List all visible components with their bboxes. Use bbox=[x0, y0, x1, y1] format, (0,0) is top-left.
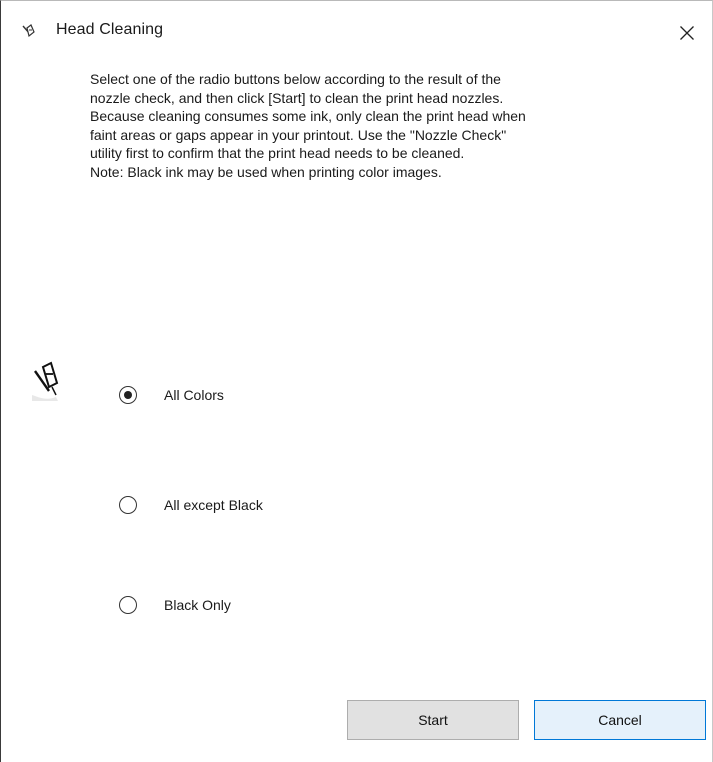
radio-all-except-black[interactable]: All except Black bbox=[119, 493, 263, 517]
dialog-title: Head Cleaning bbox=[56, 21, 164, 38]
radio-button[interactable] bbox=[119, 596, 137, 614]
radio-button[interactable] bbox=[119, 496, 137, 514]
start-button[interactable]: Start bbox=[347, 700, 519, 740]
radio-label: All except Black bbox=[164, 497, 263, 513]
radio-label: All Colors bbox=[164, 387, 224, 403]
instructions-text: Select one of the radio buttons below ac… bbox=[90, 71, 526, 180]
head-cleaning-dialog: Head Cleaning Select one of the radio bu… bbox=[0, 0, 713, 762]
close-icon bbox=[680, 26, 694, 40]
cancel-button[interactable]: Cancel bbox=[534, 700, 706, 740]
title-bar[interactable]: Head Cleaning bbox=[1, 1, 712, 59]
radio-button[interactable] bbox=[119, 386, 137, 404]
radio-selected-dot bbox=[124, 391, 132, 399]
printer-head-icon bbox=[32, 361, 59, 401]
printer-head-icon bbox=[22, 24, 35, 38]
close-button[interactable] bbox=[662, 15, 712, 51]
radio-label: Black Only bbox=[164, 597, 231, 613]
radio-black-only[interactable]: Black Only bbox=[119, 593, 231, 617]
radio-all-colors[interactable]: All Colors bbox=[119, 383, 224, 407]
